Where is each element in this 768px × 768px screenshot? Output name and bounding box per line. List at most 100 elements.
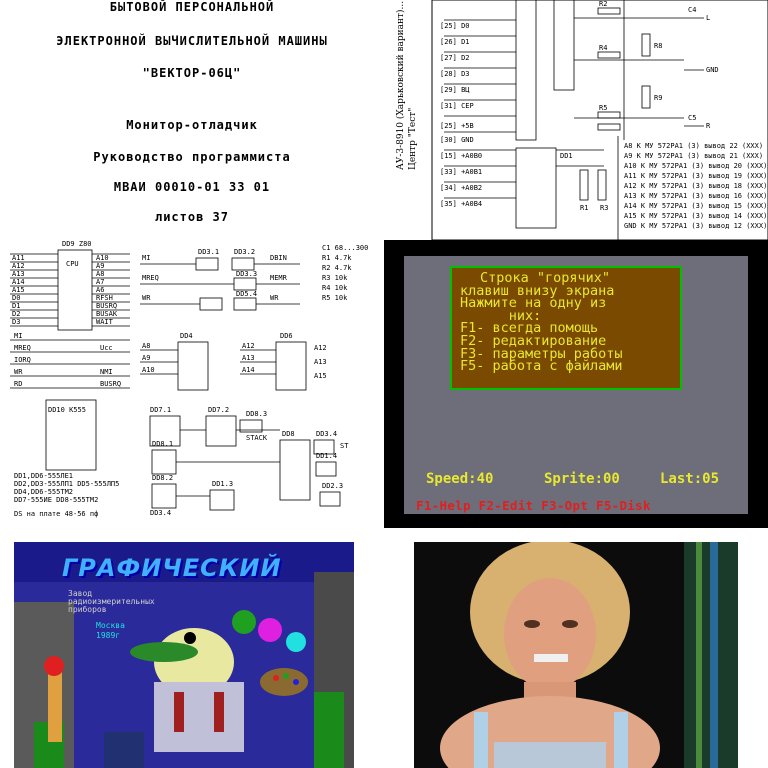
svg-text:DD10 K555: DD10 K555 bbox=[48, 406, 86, 414]
monitor-screen: Строка "горячих" клавиш внизу экрана Наж… bbox=[384, 240, 768, 528]
svg-text:[28] D3: [28] D3 bbox=[440, 70, 470, 78]
svg-text:D1: D1 bbox=[12, 302, 20, 310]
svg-text:CPU: CPU bbox=[66, 260, 79, 268]
svg-text:DD5.4: DD5.4 bbox=[236, 290, 257, 298]
portrait-pixel-art bbox=[414, 542, 738, 768]
svg-text:A10: A10 bbox=[142, 366, 155, 374]
svg-text:R5: R5 bbox=[599, 104, 607, 112]
svg-text:RFSH: RFSH bbox=[96, 294, 113, 302]
schematic-note-2: DD2,DD3-555ЛП1 DD5-555ЛП5 bbox=[14, 480, 119, 488]
svg-text:A15 К МУ 572РА1 (3) вывод 14 (: A15 К МУ 572РА1 (3) вывод 14 (XXX) bbox=[624, 212, 767, 220]
svg-text:Ucc: Ucc bbox=[100, 344, 113, 352]
svg-text:DD1.3: DD1.3 bbox=[212, 480, 233, 488]
svg-text:[25] +5B: [25] +5B bbox=[440, 122, 474, 130]
svg-text:A13: A13 bbox=[242, 354, 255, 362]
svg-text:DD7.1: DD7.1 bbox=[150, 406, 171, 414]
svg-text:D0: D0 bbox=[12, 294, 20, 302]
svg-text:DD3.2: DD3.2 bbox=[234, 248, 255, 256]
svg-text:DD2.3: DD2.3 bbox=[322, 482, 343, 490]
svg-text:R: R bbox=[706, 122, 711, 130]
svg-text:WAIT: WAIT bbox=[96, 318, 114, 326]
last-status: Last:05 bbox=[660, 471, 720, 487]
svg-text:R9: R9 bbox=[654, 94, 662, 102]
splash-text-3: приборов bbox=[68, 605, 107, 614]
svg-text:GND: GND bbox=[706, 66, 719, 74]
schematic-note-4: DD7-555ИЕ DD8-555ТМ2 bbox=[14, 496, 98, 504]
svg-text:RD: RD bbox=[14, 380, 22, 388]
schematic-note-5: DS на плате 48-56 пф bbox=[14, 510, 98, 518]
svg-text:R4 10k: R4 10k bbox=[322, 284, 348, 292]
svg-text:IORQ: IORQ bbox=[14, 356, 31, 364]
function-key-bar[interactable]: F1-Help F2-Edit F3-Opt F5-Disk bbox=[416, 498, 651, 513]
svg-text:DD3.3: DD3.3 bbox=[236, 270, 257, 278]
portrait-frame bbox=[414, 542, 738, 768]
svg-text:[27] D2: [27] D2 bbox=[440, 54, 470, 62]
svg-text:A9: A9 bbox=[142, 354, 150, 362]
svg-text:[34] +A0B2: [34] +A0B2 bbox=[440, 184, 482, 192]
svg-text:A15: A15 bbox=[12, 286, 25, 294]
svg-text:DD4: DD4 bbox=[180, 332, 193, 340]
svg-text:[30] GND: [30] GND bbox=[440, 136, 474, 144]
svg-text:R2: R2 bbox=[599, 0, 607, 8]
svg-text:DD3.4: DD3.4 bbox=[150, 509, 171, 517]
svg-text:A8: A8 bbox=[96, 270, 104, 278]
svg-text:BUSAK: BUSAK bbox=[96, 310, 118, 318]
svg-text:DD8.3: DD8.3 bbox=[246, 410, 267, 418]
portrait-image bbox=[384, 528, 768, 768]
svg-text:DD9 Z80: DD9 Z80 bbox=[62, 240, 92, 248]
sound-schematic: АУ-3-8910 (Харьковский вариант)... Центр… bbox=[384, 0, 768, 240]
svg-text:[29] ВЦ: [29] ВЦ bbox=[440, 86, 470, 94]
svg-text:A13: A13 bbox=[12, 270, 25, 278]
svg-text:A11 К МУ 572РА1 (3) вывод 19 (: A11 К МУ 572РА1 (3) вывод 19 (XXX) bbox=[624, 172, 767, 180]
svg-text:A9 К МУ 572РА1 (3) вывод 21 (X: A9 К МУ 572РА1 (3) вывод 21 (XXX) bbox=[624, 152, 763, 160]
svg-text:R2 4.7k: R2 4.7k bbox=[322, 264, 352, 272]
svg-text:A13: A13 bbox=[314, 358, 327, 366]
svg-text:A15: A15 bbox=[314, 372, 327, 380]
svg-text:A9: A9 bbox=[96, 262, 104, 270]
svg-text:[31] CEP: [31] CEP bbox=[440, 102, 474, 110]
svg-text:A12: A12 bbox=[242, 342, 255, 350]
svg-text:D2: D2 bbox=[12, 310, 20, 318]
svg-text:BUSRQ: BUSRQ bbox=[100, 380, 121, 388]
svg-text:MEMR: MEMR bbox=[270, 274, 288, 282]
doc-line-4: Монитор-отладчик bbox=[126, 118, 258, 132]
svg-text:A11: A11 bbox=[12, 254, 25, 262]
sprite-status: Sprite:00 bbox=[544, 471, 620, 487]
svg-text:DD8.1: DD8.1 bbox=[152, 440, 173, 448]
svg-text:[26] D1: [26] D1 bbox=[440, 38, 470, 46]
svg-text:L: L bbox=[706, 14, 710, 22]
graphics-editor-splash: ГРАФИЧЕСКИЙ Завод радиоизмерительных при… bbox=[0, 528, 384, 768]
svg-text:MREQ: MREQ bbox=[14, 344, 31, 352]
svg-text:R8: R8 bbox=[654, 42, 662, 50]
svg-text:R3 10k: R3 10k bbox=[322, 274, 348, 282]
document-title-page: БЫТОВОЙ ПЕРСОНАЛЬНОЙ ЭЛЕКТРОННОЙ ВЫЧИСЛИ… bbox=[0, 0, 384, 240]
schematic-note-3: DD4,DD6-555ТМ2 bbox=[14, 488, 73, 496]
svg-text:R1 4.7k: R1 4.7k bbox=[322, 254, 352, 262]
doc-line-3: "ВЕКТОР-06Ц" bbox=[142, 66, 242, 80]
help-line-f5: F5- работа с файлами bbox=[460, 358, 623, 375]
speed-status: Speed:40 bbox=[426, 471, 494, 487]
svg-text:A14 К МУ 572РА1 (3) вывод 15 (: A14 К МУ 572РА1 (3) вывод 15 (XXX) bbox=[624, 202, 767, 210]
svg-text:MI: MI bbox=[14, 332, 22, 340]
splash-text-5: 1989г bbox=[96, 631, 121, 640]
svg-text:DD1.4: DD1.4 bbox=[316, 452, 337, 460]
svg-text:[33] +A0B1: [33] +A0B1 bbox=[440, 168, 482, 176]
svg-text:DD7.2: DD7.2 bbox=[208, 406, 229, 414]
svg-text:A8: A8 bbox=[142, 342, 150, 350]
svg-text:A14: A14 bbox=[242, 366, 255, 374]
schematic-drawing: [25] D0 [26] D1 [27] D2 [28] D3 [29] ВЦ [31… bbox=[431, 0, 768, 240]
svg-text:C1 68...300: C1 68...300 bbox=[322, 244, 368, 252]
svg-text:DD8: DD8 bbox=[282, 430, 295, 438]
z80-schematic-drawing: DD9 Z80CPU A11A12A13 A14A15D0 D1D2D3 A10… bbox=[10, 240, 368, 518]
doc-line-2: ЭЛЕКТРОННОЙ ВЫЧИСЛИТЕЛЬНОЙ МАШИНЫ bbox=[56, 34, 328, 48]
svg-text:WR: WR bbox=[14, 368, 23, 376]
svg-text:ST: ST bbox=[340, 442, 349, 450]
graphics-logo: ГРАФИЧЕСКИЙ bbox=[62, 554, 282, 582]
svg-text:A10 К МУ 572РА1 (3) вывод 20 (: A10 К МУ 572РА1 (3) вывод 20 (XXX) bbox=[624, 162, 767, 170]
svg-text:[25] D0: [25] D0 bbox=[440, 22, 470, 30]
schematic-note-1: DD1,DD6-555ЛЕ1 bbox=[14, 472, 73, 480]
svg-text:A8 К МУ 572РА1 (3) вывод 22 (X: A8 К МУ 572РА1 (3) вывод 22 (XXX) bbox=[624, 142, 763, 150]
svg-text:A6: A6 bbox=[96, 286, 104, 294]
help-dialog: Строка "горячих" клавиш внизу экрана Наж… bbox=[450, 266, 682, 390]
svg-text:R1: R1 bbox=[580, 204, 588, 212]
